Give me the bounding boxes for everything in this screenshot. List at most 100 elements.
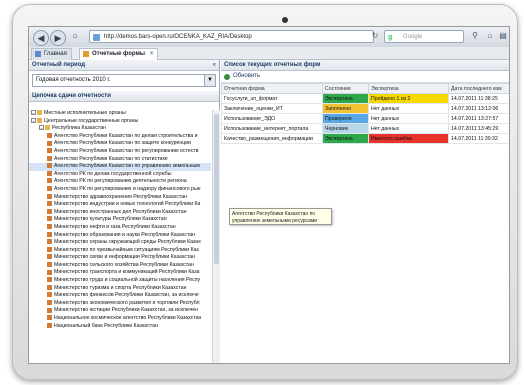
organization-icon — [47, 216, 52, 222]
tree-item[interactable]: − Центральные государственные органы — [29, 118, 211, 126]
tab-label: Отчетные формы — [92, 51, 146, 57]
expand-toggle-icon[interactable]: − — [31, 117, 36, 124]
period-header: Отчетный период « — [29, 60, 219, 71]
tree-item[interactable]: − Местные исполнительные органы — [29, 110, 211, 118]
address-bar[interactable]: http://demos.bars-open.ru/OCENKA_KAZ_RIA… — [89, 30, 374, 43]
folder-icon — [37, 117, 42, 123]
tree-item[interactable]: Министерство нефти и газа Республики Каз… — [29, 224, 211, 232]
tree-item[interactable]: Министерство охраны окружающей среды Рес… — [29, 239, 211, 247]
tree-item-label: Министерство туризма и спорта Республики… — [54, 284, 187, 291]
forms-list-header: Список текущих отчетных форм — [221, 60, 509, 71]
tree-item[interactable]: Министерство туризма и спорта Республики… — [29, 285, 211, 293]
tab-report-forms[interactable]: Отчетные формы × — [79, 48, 159, 60]
column-header-expertise[interactable]: Экспертиза — [368, 83, 449, 94]
back-arrow-icon[interactable]: ◀ — [33, 30, 49, 46]
folder-icon — [45, 125, 50, 131]
organization-icon — [47, 193, 52, 199]
folder-icon — [37, 110, 42, 116]
tree-item[interactable]: Министерство образования и науки Республ… — [29, 232, 211, 240]
expand-toggle-icon[interactable]: − — [39, 125, 44, 131]
left-panel: Отчетный период « Годовая отчетность 201… — [29, 60, 220, 363]
tree-item[interactable]: Агентство РК по делам государственной сл… — [29, 171, 211, 179]
cell-state: Проверено — [322, 113, 369, 124]
cell-expertise: Нет данных — [368, 113, 449, 124]
tree-item[interactable]: Министерство индустрии и новых технологи… — [29, 201, 211, 209]
column-header-date[interactable]: Дата последнего изм — [448, 83, 509, 94]
tree-item[interactable]: Министерство юстиции Республики Казахста… — [29, 307, 211, 315]
tree-item[interactable]: Министерство финансов Республики Казахст… — [29, 292, 211, 300]
app-tab-bar: Главная Отчетные формы × — [29, 47, 509, 60]
org-tree: − Местные исполнительные органы − Центральн… — [29, 110, 211, 363]
collapse-left-icon[interactable]: « — [213, 60, 216, 70]
home-page-icon[interactable]: ⌂ — [484, 30, 496, 42]
organization-icon — [47, 178, 52, 184]
tree-item-label: Министерство труда и социальной защиты н… — [54, 277, 201, 284]
organization-icon — [47, 315, 52, 321]
tree-scrollbar[interactable] — [212, 110, 220, 363]
cell-expertise: Нет данных — [368, 103, 449, 114]
tree-item-label: Министерство охраны окружающей среды Рес… — [54, 239, 201, 246]
scrollbar-thumb[interactable] — [214, 114, 219, 264]
table-row[interactable]: Использование_интернет_портала Черновик Не… — [221, 123, 509, 134]
cell-expertise: Пройдено 1 из 2 — [368, 93, 449, 104]
tree-item[interactable]: Министерство транспорта и коммуникаций Р… — [29, 269, 211, 277]
tree-item[interactable]: Министерство труда и социальной защиты н… — [29, 277, 211, 285]
tree-item[interactable]: Агентство Республики Казахстан по делам … — [29, 133, 211, 141]
menu-icon[interactable]: ▤ — [497, 30, 509, 42]
expand-toggle-icon[interactable]: − — [31, 110, 36, 116]
organization-icon — [47, 186, 52, 192]
forms-list-title: Список текущих отчетных форм — [224, 62, 321, 68]
tree-item[interactable]: Министерство экономического развития и т… — [29, 300, 211, 308]
table-row[interactable]: Госуслуги_эл_формат Экспертиза Пройдено 1 … — [221, 93, 509, 104]
close-tab-icon[interactable]: × — [150, 51, 154, 57]
tree-item[interactable]: Агентство Республики Казахстан по регули… — [29, 148, 211, 156]
cell-expertise: Имеются ошибки — [368, 133, 449, 144]
search-icon[interactable]: ⚲ — [469, 30, 481, 42]
column-header-form[interactable]: Отчетная форма — [221, 83, 323, 94]
organization-icon — [47, 277, 52, 283]
cell-state: Экспертиза — [322, 93, 369, 104]
column-header-state[interactable]: Состояние — [322, 83, 369, 94]
reload-icon[interactable]: ↻ — [369, 30, 381, 42]
tree-item[interactable]: Национальное космическое агентство Респу… — [29, 315, 211, 323]
forms-table: Отчетная форма Состояние Экспертиза Дата… — [221, 83, 509, 144]
tree-item[interactable]: Министерство здравоохранения Республики … — [29, 194, 211, 202]
tree-item[interactable]: Министерство связи и информации Республи… — [29, 254, 211, 262]
table-row[interactable]: Использование_ЭДО Проверено Нет данных 14.0… — [221, 113, 509, 124]
organization-icon — [47, 231, 52, 237]
tree-item-label: Министерство нефти и газа Республики Каз… — [54, 223, 176, 230]
tree-item[interactable]: − Республика Казахстан — [29, 125, 211, 133]
period-value: Годовая отчетность 2010 г. — [36, 77, 111, 83]
cell-form: Госуслуги_эл_формат — [221, 93, 323, 104]
tree-item[interactable]: Агентство РК по регулированию и надзору … — [29, 186, 211, 194]
search-field[interactable]: g Google — [384, 30, 464, 43]
organization-icon — [47, 201, 52, 207]
tab-home[interactable]: Главная — [31, 48, 72, 60]
tree-item[interactable]: Министерство по чрезвычайным ситуациям Р… — [29, 247, 211, 255]
cell-expertise: Нет данных — [368, 123, 449, 134]
tree-item[interactable]: Министерство культуры Республики Казахст… — [29, 216, 211, 224]
tree-item-label: Агентство РК по регулированию деятельнос… — [54, 178, 187, 185]
tree-item-label: Министерство иностранных дел Республики … — [54, 208, 187, 215]
forward-arrow-icon[interactable]: ▶ — [50, 30, 66, 46]
table-row[interactable]: Заключение_оценки_ИТ Заполнено Нет данных 1… — [221, 103, 509, 114]
tree-item[interactable]: Агентство Республики Казахстан по управл… — [29, 163, 211, 171]
tree-item[interactable]: Министерство иностранных дел Республики … — [29, 209, 211, 217]
organization-icon — [47, 132, 52, 138]
tree-item[interactable]: Агентство Республики Казахстан по статис… — [29, 156, 211, 164]
search-placeholder: Google — [403, 34, 423, 40]
tree-item[interactable]: Национальный банк Республики Казахстан — [29, 323, 211, 331]
organization-icon — [47, 246, 52, 252]
table-header-row: Отчетная форма Состояние Экспертиза Дата… — [221, 83, 509, 94]
table-row[interactable]: Качество_размещения_информации Экспертиза… — [221, 133, 509, 144]
organization-icon — [47, 262, 52, 267]
cell-date: 14.07.2011 11:39:32 — [448, 133, 509, 144]
refresh-button[interactable]: Обновить — [221, 71, 509, 83]
chevron-down-icon[interactable]: ▼ — [204, 75, 215, 86]
tree-item[interactable]: Агентство РК по регулированию деятельнос… — [29, 178, 211, 186]
period-select[interactable]: Годовая отчетность 2010 г. ▼ — [32, 74, 216, 87]
organization-icon — [47, 163, 52, 169]
tree-item-label: Министерство юстиции Республики Казахста… — [54, 307, 199, 314]
tree-item[interactable]: Агентство Республики Казахстан по защите… — [29, 140, 211, 148]
home-icon[interactable]: ⌂ — [69, 30, 81, 42]
